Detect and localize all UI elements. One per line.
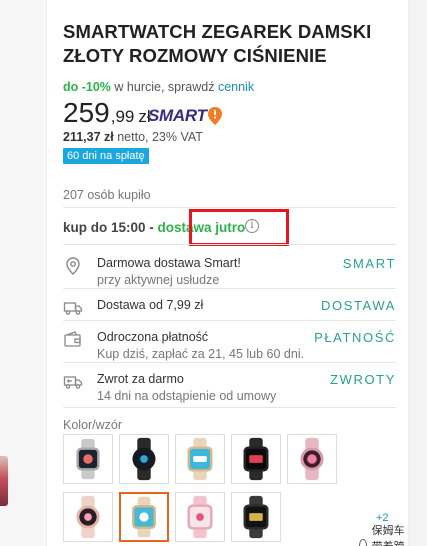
installments-badge[interactable]: 60 dni na spłatę	[63, 148, 149, 164]
delivery-action-link[interactable]: DOSTAWA	[321, 298, 396, 313]
right-page-margin	[409, 0, 427, 546]
variant-label: Kolor/wzór	[63, 418, 123, 432]
smart-logo-text: SMART	[148, 106, 207, 125]
benefit-subtitle: Kup dziś, zapłać za 21, 45 lub 60 dni.	[97, 347, 305, 361]
divider	[63, 362, 396, 363]
purchase-count: 207 osób kupiło	[63, 188, 151, 202]
payment-action-link[interactable]: PŁATNOŚĆ	[314, 330, 396, 345]
benefit-title: Zwrot za darmo	[97, 372, 184, 386]
truck-icon	[63, 302, 83, 315]
variant-thumbnail[interactable]	[63, 492, 113, 542]
promo-text: w hurcie, sprawdź	[114, 80, 215, 94]
benefit-title: Darmowa dostawa Smart!	[97, 256, 241, 270]
watch-pink-square-image	[187, 495, 213, 539]
watch-gold-image	[187, 437, 213, 481]
promo-discount: do -10%	[63, 80, 111, 94]
delivery-prefix: kup do 15:00 -	[63, 220, 154, 235]
watermark-logo-icon	[359, 539, 367, 546]
smart-action-link[interactable]: SMART	[343, 256, 396, 271]
benefit-subtitle: 14 dni na odstąpienie od umowy	[97, 389, 277, 403]
price-list-link[interactable]: cennik	[218, 80, 254, 94]
divider	[63, 207, 396, 208]
watch-dark-image	[243, 495, 269, 539]
price-decimal: ,99	[110, 107, 135, 126]
variant-thumbnail[interactable]	[63, 434, 113, 484]
watch-black-image	[132, 437, 156, 481]
variant-thumbnail[interactable]	[231, 492, 281, 542]
watch-rose-image	[76, 495, 100, 539]
variant-thumbnail[interactable]	[119, 434, 169, 484]
variant-thumbnail[interactable]	[231, 434, 281, 484]
price-integer: 259	[63, 97, 110, 128]
watch-silver-image	[76, 438, 100, 480]
smart-pin-icon	[207, 107, 222, 125]
variant-thumbnail[interactable]	[175, 434, 225, 484]
watch-gold-blue-image	[132, 496, 156, 538]
watch-pink-image	[300, 437, 324, 481]
price: 259,99 zł	[63, 97, 151, 131]
benefit-title: Dostawa od 7,99 zł	[97, 298, 204, 312]
divider	[63, 320, 396, 321]
netto-value: 211,37 zł	[63, 130, 114, 144]
product-buy-box: SMARTWATCH ZEGAREK DAMSKI ZŁOTY ROZMOWY …	[46, 0, 409, 546]
smart-logo[interactable]: SMART	[148, 106, 222, 126]
wholesale-promo: do -10% w hurcie, sprawdź cennik	[63, 80, 254, 94]
netto-price: 211,37 zł netto, 23% VAT	[63, 130, 203, 144]
divider	[63, 288, 396, 289]
divider	[63, 407, 396, 408]
watermark: 保姆车带着跨境	[359, 522, 408, 546]
variant-thumbnail[interactable]	[287, 434, 337, 484]
watermark-text: 保姆车带着跨境	[371, 525, 405, 546]
benefit-subtitle: przy aktywnej usłudze	[97, 273, 220, 287]
watch-black-square-image	[243, 437, 269, 481]
returns-action-link[interactable]: ZWROTY	[330, 372, 396, 387]
variant-thumbnail-selected[interactable]	[119, 492, 169, 542]
divider	[63, 244, 396, 245]
gallery-thumbnail-edge[interactable]	[0, 456, 8, 506]
highlight-annotation-box	[189, 209, 289, 246]
location-pin-icon	[66, 257, 80, 275]
return-truck-icon	[63, 376, 83, 389]
benefit-title: Odroczona płatność	[97, 330, 209, 344]
variant-thumbnail[interactable]	[175, 492, 225, 542]
wallet-icon	[64, 331, 81, 347]
product-title: SMARTWATCH ZEGAREK DAMSKI ZŁOTY ROZMOWY …	[63, 21, 372, 66]
netto-suffix: netto, 23% VAT	[117, 130, 203, 144]
